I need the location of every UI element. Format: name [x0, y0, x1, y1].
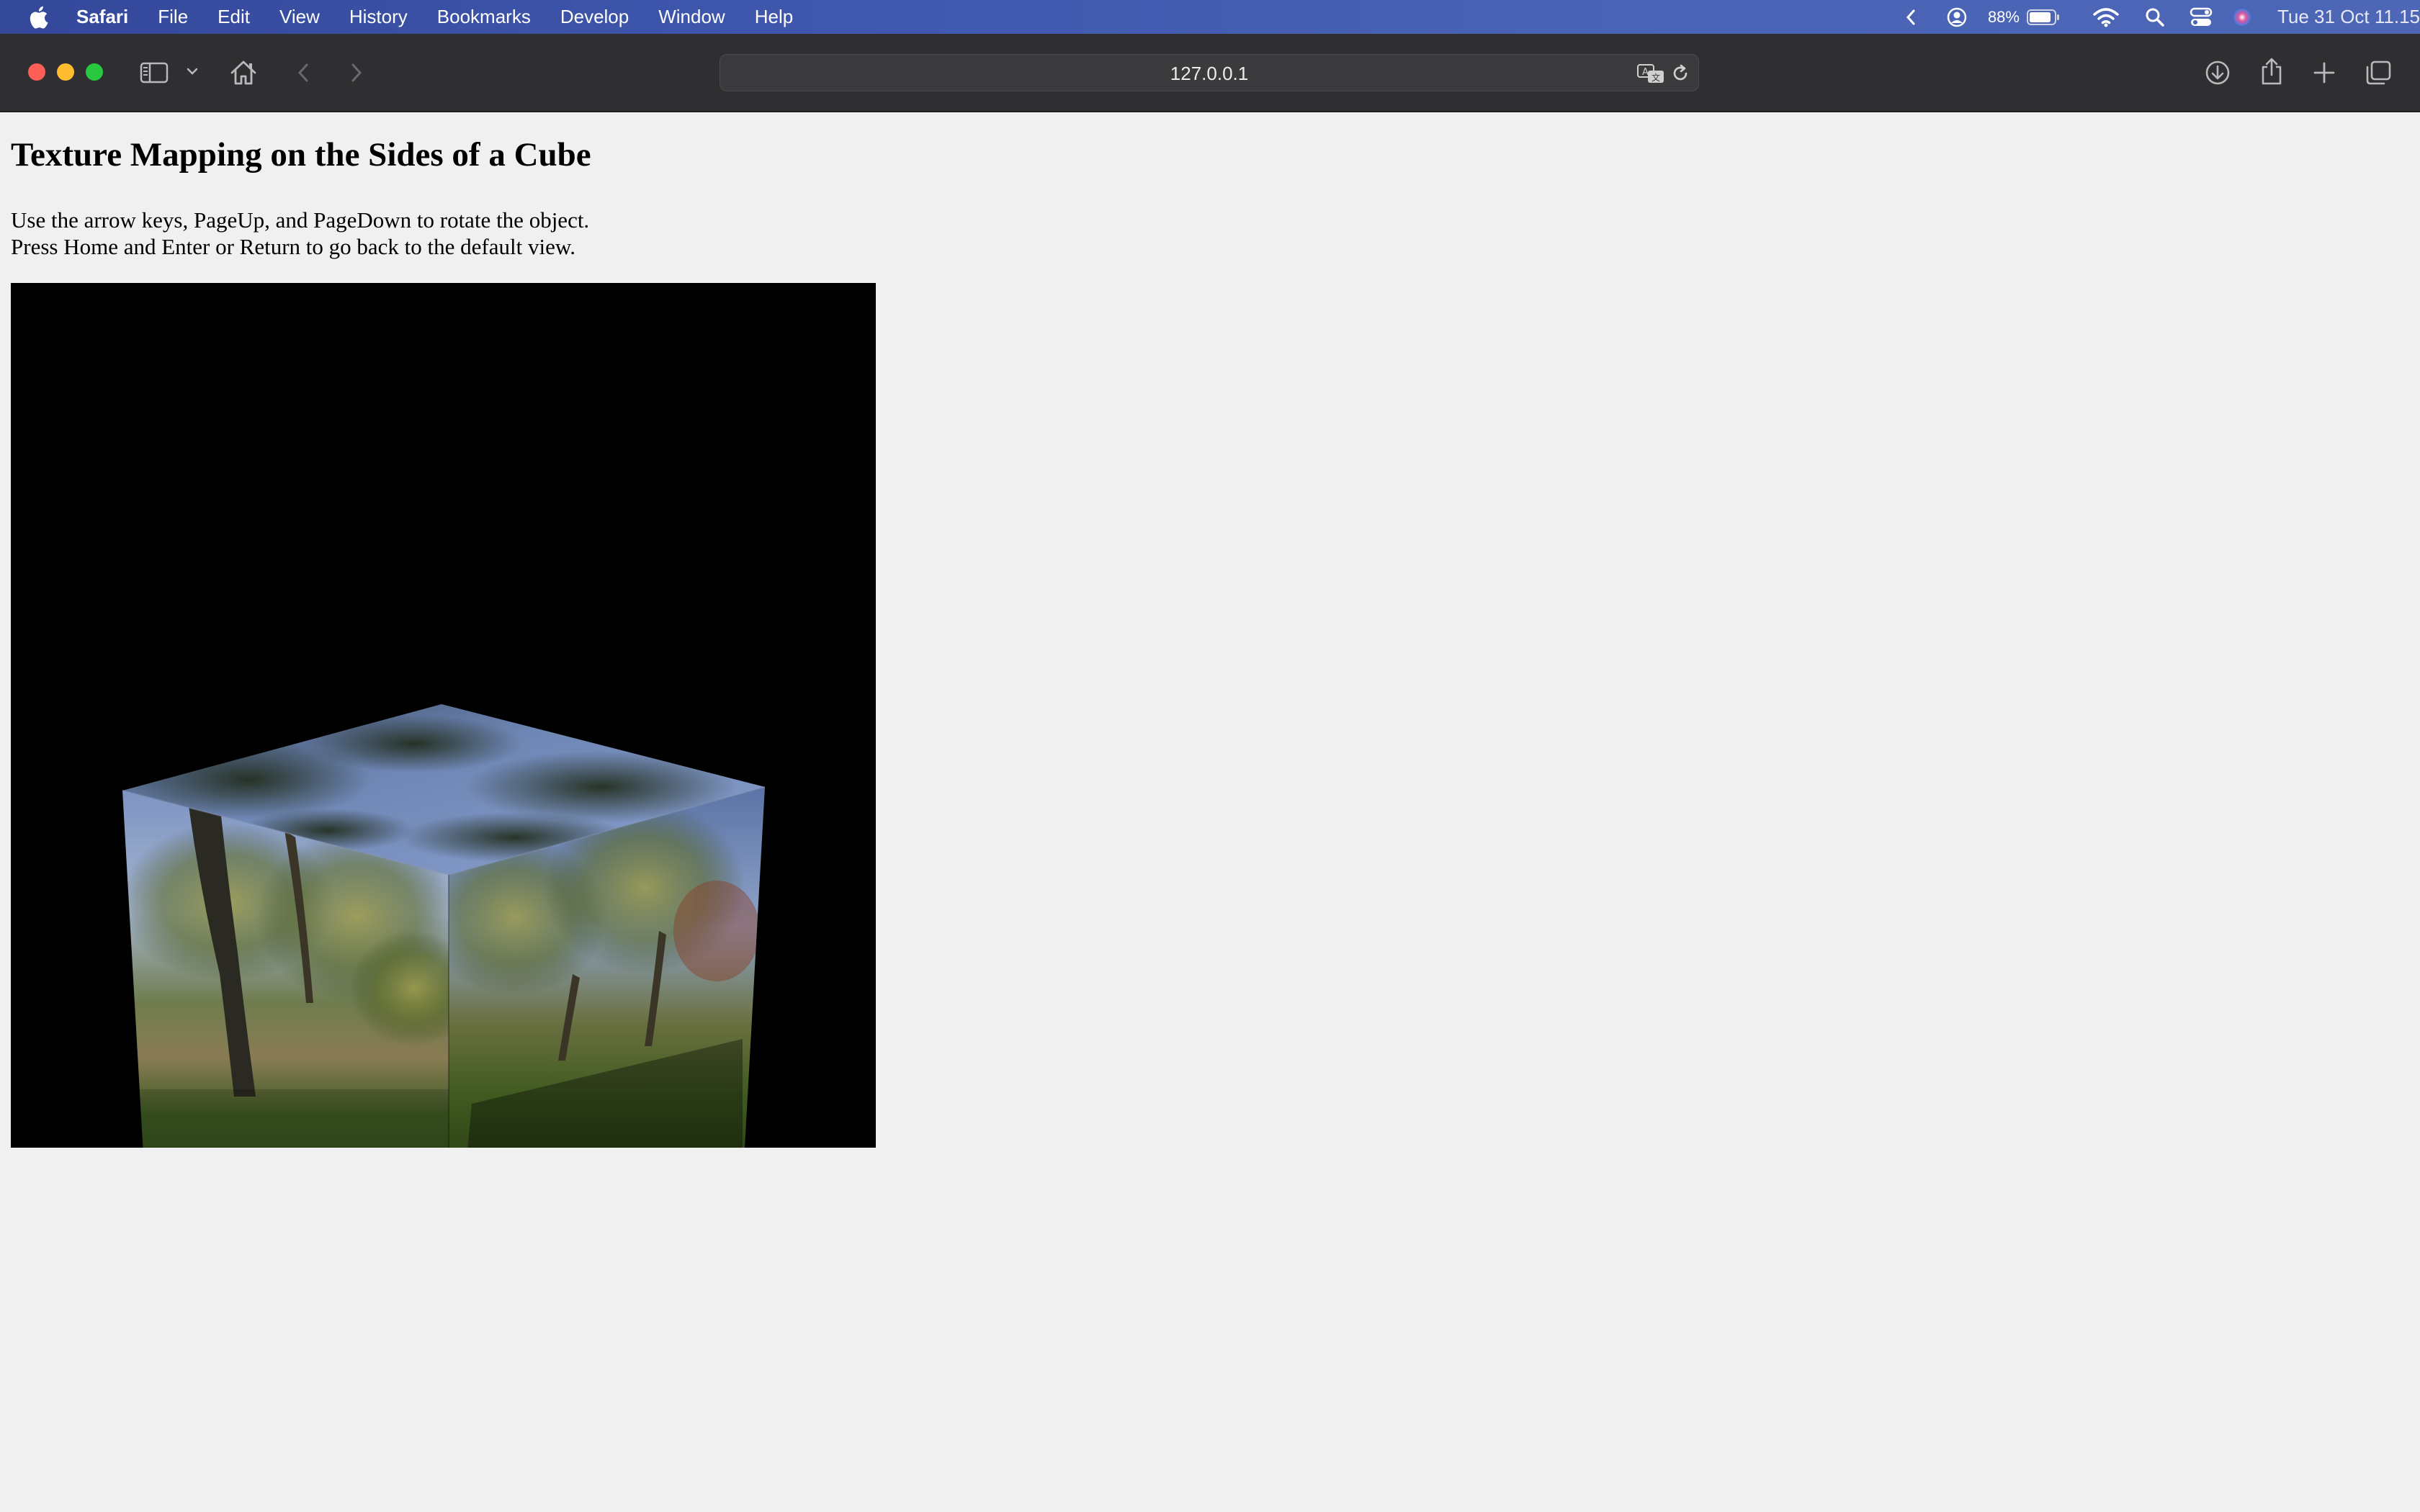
menu-bar: Safari File Edit View History Bookmarks … [0, 0, 2420, 34]
instructions-text: Use the arrow keys, PageUp, and PageDown… [11, 207, 589, 260]
spotlight-search-icon[interactable] [2145, 7, 2165, 27]
menu-clock[interactable]: Tue 31 Oct 11.15 [2277, 6, 2420, 28]
menu-window[interactable]: Window [658, 6, 725, 28]
sidebar-toggle-icon[interactable] [140, 62, 169, 84]
address-bar[interactable]: 127.0.0.1 A文 [720, 54, 1699, 91]
menu-develop[interactable]: Develop [560, 6, 629, 28]
wifi-icon[interactable] [2093, 7, 2119, 27]
webgl-canvas[interactable] [11, 283, 876, 1148]
forward-arrow-icon[interactable] [347, 62, 364, 84]
siri-icon[interactable] [2231, 6, 2253, 28]
menu-help[interactable]: Help [755, 6, 793, 28]
textured-cube-render [122, 704, 766, 1148]
battery-icon[interactable] [2026, 9, 2060, 25]
chevron-left-icon[interactable] [1906, 9, 1916, 26]
reload-icon[interactable] [1671, 64, 1690, 83]
user-account-icon[interactable] [1946, 6, 1968, 28]
window-minimize-button[interactable] [57, 63, 74, 81]
svg-text:A: A [1642, 67, 1649, 78]
menu-bookmarks[interactable]: Bookmarks [437, 6, 531, 28]
menu-app-name[interactable]: Safari [76, 6, 128, 28]
menu-edit[interactable]: Edit [218, 6, 250, 28]
page-title: Texture Mapping on the Sides of a Cube [11, 136, 591, 174]
window-close-button[interactable] [28, 63, 45, 81]
url-text[interactable]: 127.0.0.1 [720, 55, 1698, 92]
home-icon[interactable] [229, 59, 258, 86]
control-center-icon[interactable] [2190, 7, 2213, 27]
chevron-down-icon[interactable] [186, 66, 199, 76]
translate-icon[interactable]: A文 [1636, 63, 1665, 84]
status-area: 88% Tue 31 Oct 11.15 [1906, 0, 2420, 34]
apple-logo-icon[interactable] [27, 5, 49, 30]
downloads-icon[interactable] [2204, 59, 2231, 86]
menu-history[interactable]: History [349, 6, 408, 28]
instruction-line-reset: Press Home and Enter or Return to go bac… [11, 234, 575, 259]
svg-text:文: 文 [1652, 72, 1660, 83]
share-icon[interactable] [2259, 56, 2284, 86]
back-arrow-icon[interactable] [295, 62, 313, 84]
tab-overview-icon[interactable] [2364, 59, 2393, 86]
instruction-line-rotate: Use the arrow keys, PageUp, and PageDown… [11, 207, 590, 233]
menu-file[interactable]: File [158, 6, 188, 28]
window-zoom-button[interactable] [86, 63, 103, 81]
menu-view[interactable]: View [279, 6, 320, 28]
new-tab-plus-icon[interactable] [2312, 60, 2336, 85]
battery-percent: 88% [1987, 7, 2020, 26]
